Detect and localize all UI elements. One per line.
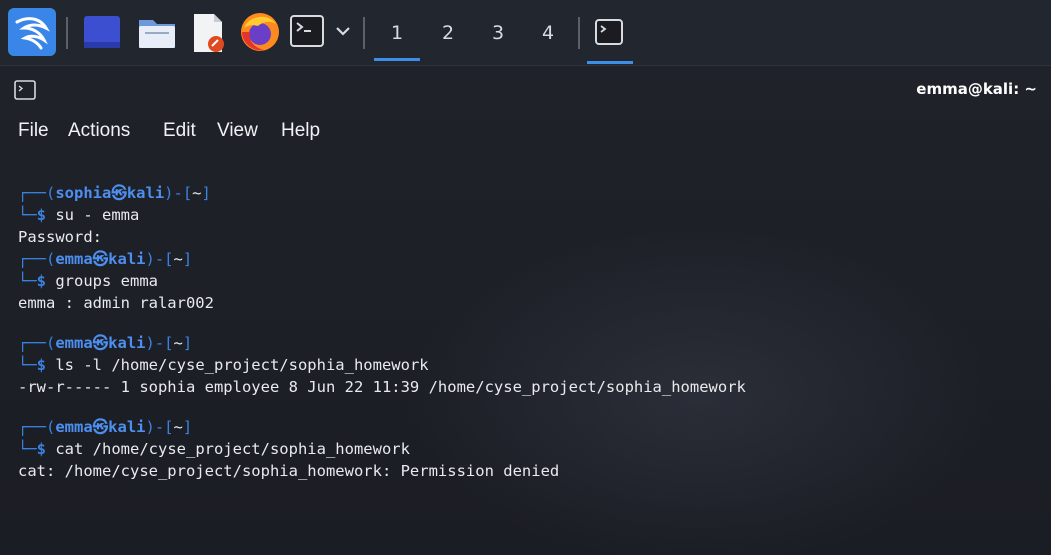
prompt-user: emma — [55, 334, 93, 352]
prompt-dir: ~ — [173, 334, 183, 352]
prompt-host: kali — [108, 250, 146, 268]
workspace-3[interactable]: 3 — [483, 18, 513, 50]
terminal-window: emma@kali: ~ File Actions Edit View Help… — [0, 66, 1051, 555]
chevron-down-icon[interactable] — [334, 22, 352, 44]
menu-view[interactable]: View — [217, 120, 258, 142]
prompt-line: ┌──(emma㉿kali)-[~] — [18, 250, 193, 268]
menu-bar: File Actions Edit View Help — [0, 114, 1051, 154]
prompt-dir: ~ — [173, 250, 183, 268]
active-window-indicator — [587, 61, 633, 64]
output-line: Password: — [18, 228, 102, 246]
prompt-host: kali — [108, 334, 146, 352]
prompt-dir: ~ — [173, 418, 183, 436]
window-titlebar[interactable]: emma@kali: ~ — [0, 66, 1051, 114]
window-title: emma@kali: ~ — [916, 80, 1037, 98]
firefox-icon[interactable] — [238, 10, 282, 58]
kali-menu-icon[interactable] — [8, 8, 56, 60]
workspace-4[interactable]: 4 — [533, 18, 563, 50]
taskbar-separator — [363, 17, 365, 49]
command-text: ls -l /home/cyse_project/sophia_homework — [55, 356, 429, 374]
prompt-line: ┌──(emma㉿kali)-[~] — [18, 418, 193, 436]
prompt-user: emma — [55, 418, 93, 436]
file-manager-icon[interactable] — [137, 14, 177, 56]
prompt-user: emma — [55, 250, 93, 268]
command-line: └─$ cat /home/cyse_project/sophia_homewo… — [18, 440, 410, 458]
output-line: emma : admin ralar002 — [18, 294, 214, 312]
menu-actions[interactable]: Actions — [68, 120, 130, 142]
workspace-2[interactable]: 2 — [433, 18, 463, 50]
taskbar-window-terminal[interactable] — [594, 18, 624, 50]
command-text: cat /home/cyse_project/sophia_homework — [55, 440, 410, 458]
prompt-user: sophia — [55, 184, 112, 202]
show-desktop-icon[interactable] — [82, 14, 122, 56]
prompt-host: kali — [126, 184, 165, 202]
terminal-launcher-icon[interactable] — [289, 13, 325, 53]
output-line: cat: /home/cyse_project/sophia_homework:… — [18, 462, 560, 480]
menu-file[interactable]: File — [18, 120, 49, 142]
command-line: └─$ su - emma — [18, 206, 140, 224]
taskbar: 1 2 3 4 — [0, 0, 1051, 66]
prompt-host: kali — [108, 418, 146, 436]
terminal-window-icon — [14, 80, 36, 104]
command-text: su - emma — [55, 206, 140, 224]
menu-help[interactable]: Help — [281, 120, 320, 142]
taskbar-separator — [578, 17, 580, 49]
command-line: └─$ ls -l /home/cyse_project/sophia_home… — [18, 356, 429, 374]
prompt-line: ┌──(sophia㉿kali)-[~] — [18, 184, 211, 202]
prompt-line: ┌──(emma㉿kali)-[~] — [18, 334, 193, 352]
workspace-1[interactable]: 1 — [374, 18, 420, 61]
output-line: -rw-r----- 1 sophia employee 8 Jun 22 11… — [18, 378, 746, 396]
text-editor-icon[interactable] — [190, 12, 226, 58]
taskbar-separator — [66, 17, 68, 49]
command-text: groups emma — [55, 272, 158, 290]
command-line: └─$ groups emma — [18, 272, 158, 290]
menu-edit[interactable]: Edit — [163, 120, 196, 142]
prompt-dir: ~ — [192, 184, 202, 202]
